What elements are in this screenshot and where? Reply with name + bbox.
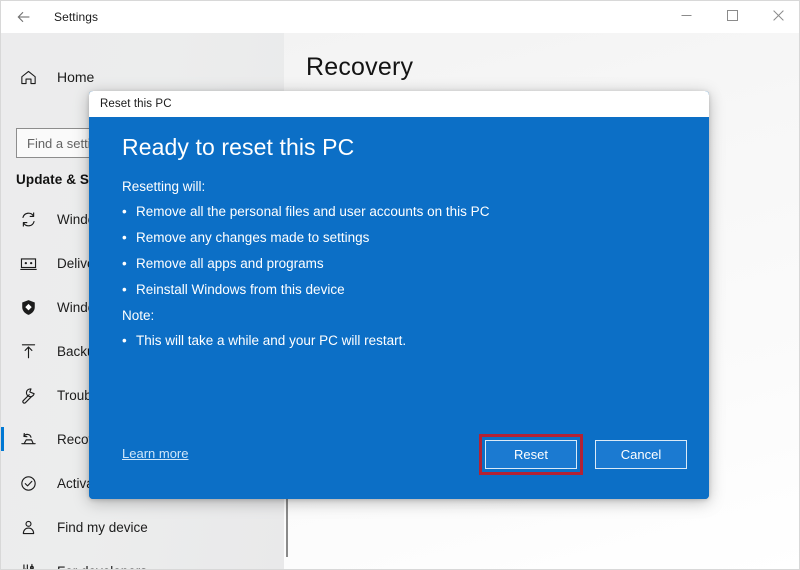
- content-scrollbar-thumb[interactable]: [286, 499, 288, 557]
- list-item-label: This will take a while and your PC will …: [136, 333, 407, 348]
- reset-button-highlight: Reset: [479, 434, 583, 475]
- selection-indicator: [1, 471, 4, 495]
- sync-icon: [5, 210, 51, 229]
- list-item-label: Remove all the personal files and user a…: [136, 204, 490, 219]
- back-arrow-icon: [16, 9, 32, 25]
- selection-indicator: [1, 515, 4, 539]
- learn-more-link[interactable]: Learn more: [122, 446, 188, 461]
- dialog-body: Ready to reset this PC Resetting will: •…: [89, 117, 709, 499]
- selection-indicator: [1, 339, 4, 363]
- dialog-title: Reset this PC: [100, 98, 172, 110]
- page-title: Recovery: [306, 53, 414, 81]
- note-list: • This will take a while and your PC wil…: [122, 331, 662, 357]
- sidebar-item-for-developers[interactable]: For developers: [1, 549, 284, 570]
- reset-effects-list: • Remove all the personal files and user…: [122, 202, 662, 306]
- app-title: Settings: [54, 10, 99, 24]
- list-item: • Reinstall Windows from this device: [122, 280, 662, 306]
- person-locator-icon: [5, 518, 51, 537]
- dialog-heading: Ready to reset this PC: [122, 134, 355, 160]
- selection-indicator: [1, 251, 4, 275]
- list-item-label: Reinstall Windows from this device: [136, 282, 345, 297]
- dialog-intro-text: Resetting will:: [122, 179, 206, 194]
- list-item-label: Remove any changes made to settings: [136, 230, 370, 245]
- bullet-glyph: •: [122, 230, 127, 245]
- sidebar-item-label: Find my device: [57, 519, 148, 535]
- minimize-button[interactable]: [663, 1, 709, 33]
- developer-tools-icon: [5, 562, 51, 569]
- reset-this-pc-dialog: Reset this PC Ready to reset this PC Res…: [89, 91, 709, 499]
- reset-button[interactable]: Reset: [485, 440, 577, 469]
- note-label: Note:: [122, 308, 155, 323]
- selection-indicator: [1, 383, 4, 407]
- sidebar-item-find-my-device[interactable]: Find my device: [1, 505, 284, 549]
- delivery-optimization-icon: [5, 254, 51, 273]
- check-circle-icon: [5, 474, 51, 493]
- home-icon: [5, 68, 51, 87]
- close-button[interactable]: [755, 1, 799, 33]
- bullet-glyph: •: [122, 256, 127, 271]
- list-item: • This will take a while and your PC wil…: [122, 331, 662, 357]
- selection-indicator: [1, 427, 4, 451]
- dialog-titlebar: Reset this PC: [89, 91, 709, 117]
- selection-indicator: [1, 207, 4, 231]
- recovery-icon: [5, 430, 51, 449]
- sidebar-item-label: For developers: [57, 564, 147, 570]
- wrench-icon: [5, 386, 51, 405]
- maximize-button[interactable]: [709, 1, 755, 33]
- backup-upload-icon: [5, 342, 51, 361]
- window-caption-buttons: [663, 1, 799, 33]
- list-item: • Remove all the personal files and user…: [122, 202, 662, 228]
- back-button[interactable]: [1, 1, 47, 33]
- selection-indicator: [1, 295, 4, 319]
- cancel-button[interactable]: Cancel: [595, 440, 687, 469]
- list-item: • Remove any changes made to settings: [122, 228, 662, 254]
- shield-icon: [5, 298, 51, 317]
- selection-indicator: [1, 559, 4, 569]
- list-item-label: Remove all apps and programs: [136, 256, 324, 271]
- bullet-glyph: •: [122, 333, 127, 348]
- sidebar-item-home-label: Home: [57, 69, 95, 85]
- bullet-glyph: •: [122, 282, 127, 297]
- bullet-glyph: •: [122, 204, 127, 219]
- settings-window: Settings Home Find a setting Update & Se…: [0, 0, 800, 570]
- dialog-action-buttons: Reset Cancel: [479, 434, 687, 475]
- maximize-icon: [726, 8, 738, 26]
- minimize-icon: [681, 8, 692, 26]
- window-titlebar: Settings: [1, 1, 799, 33]
- close-icon: [772, 8, 784, 26]
- list-item: • Remove all apps and programs: [122, 254, 662, 280]
